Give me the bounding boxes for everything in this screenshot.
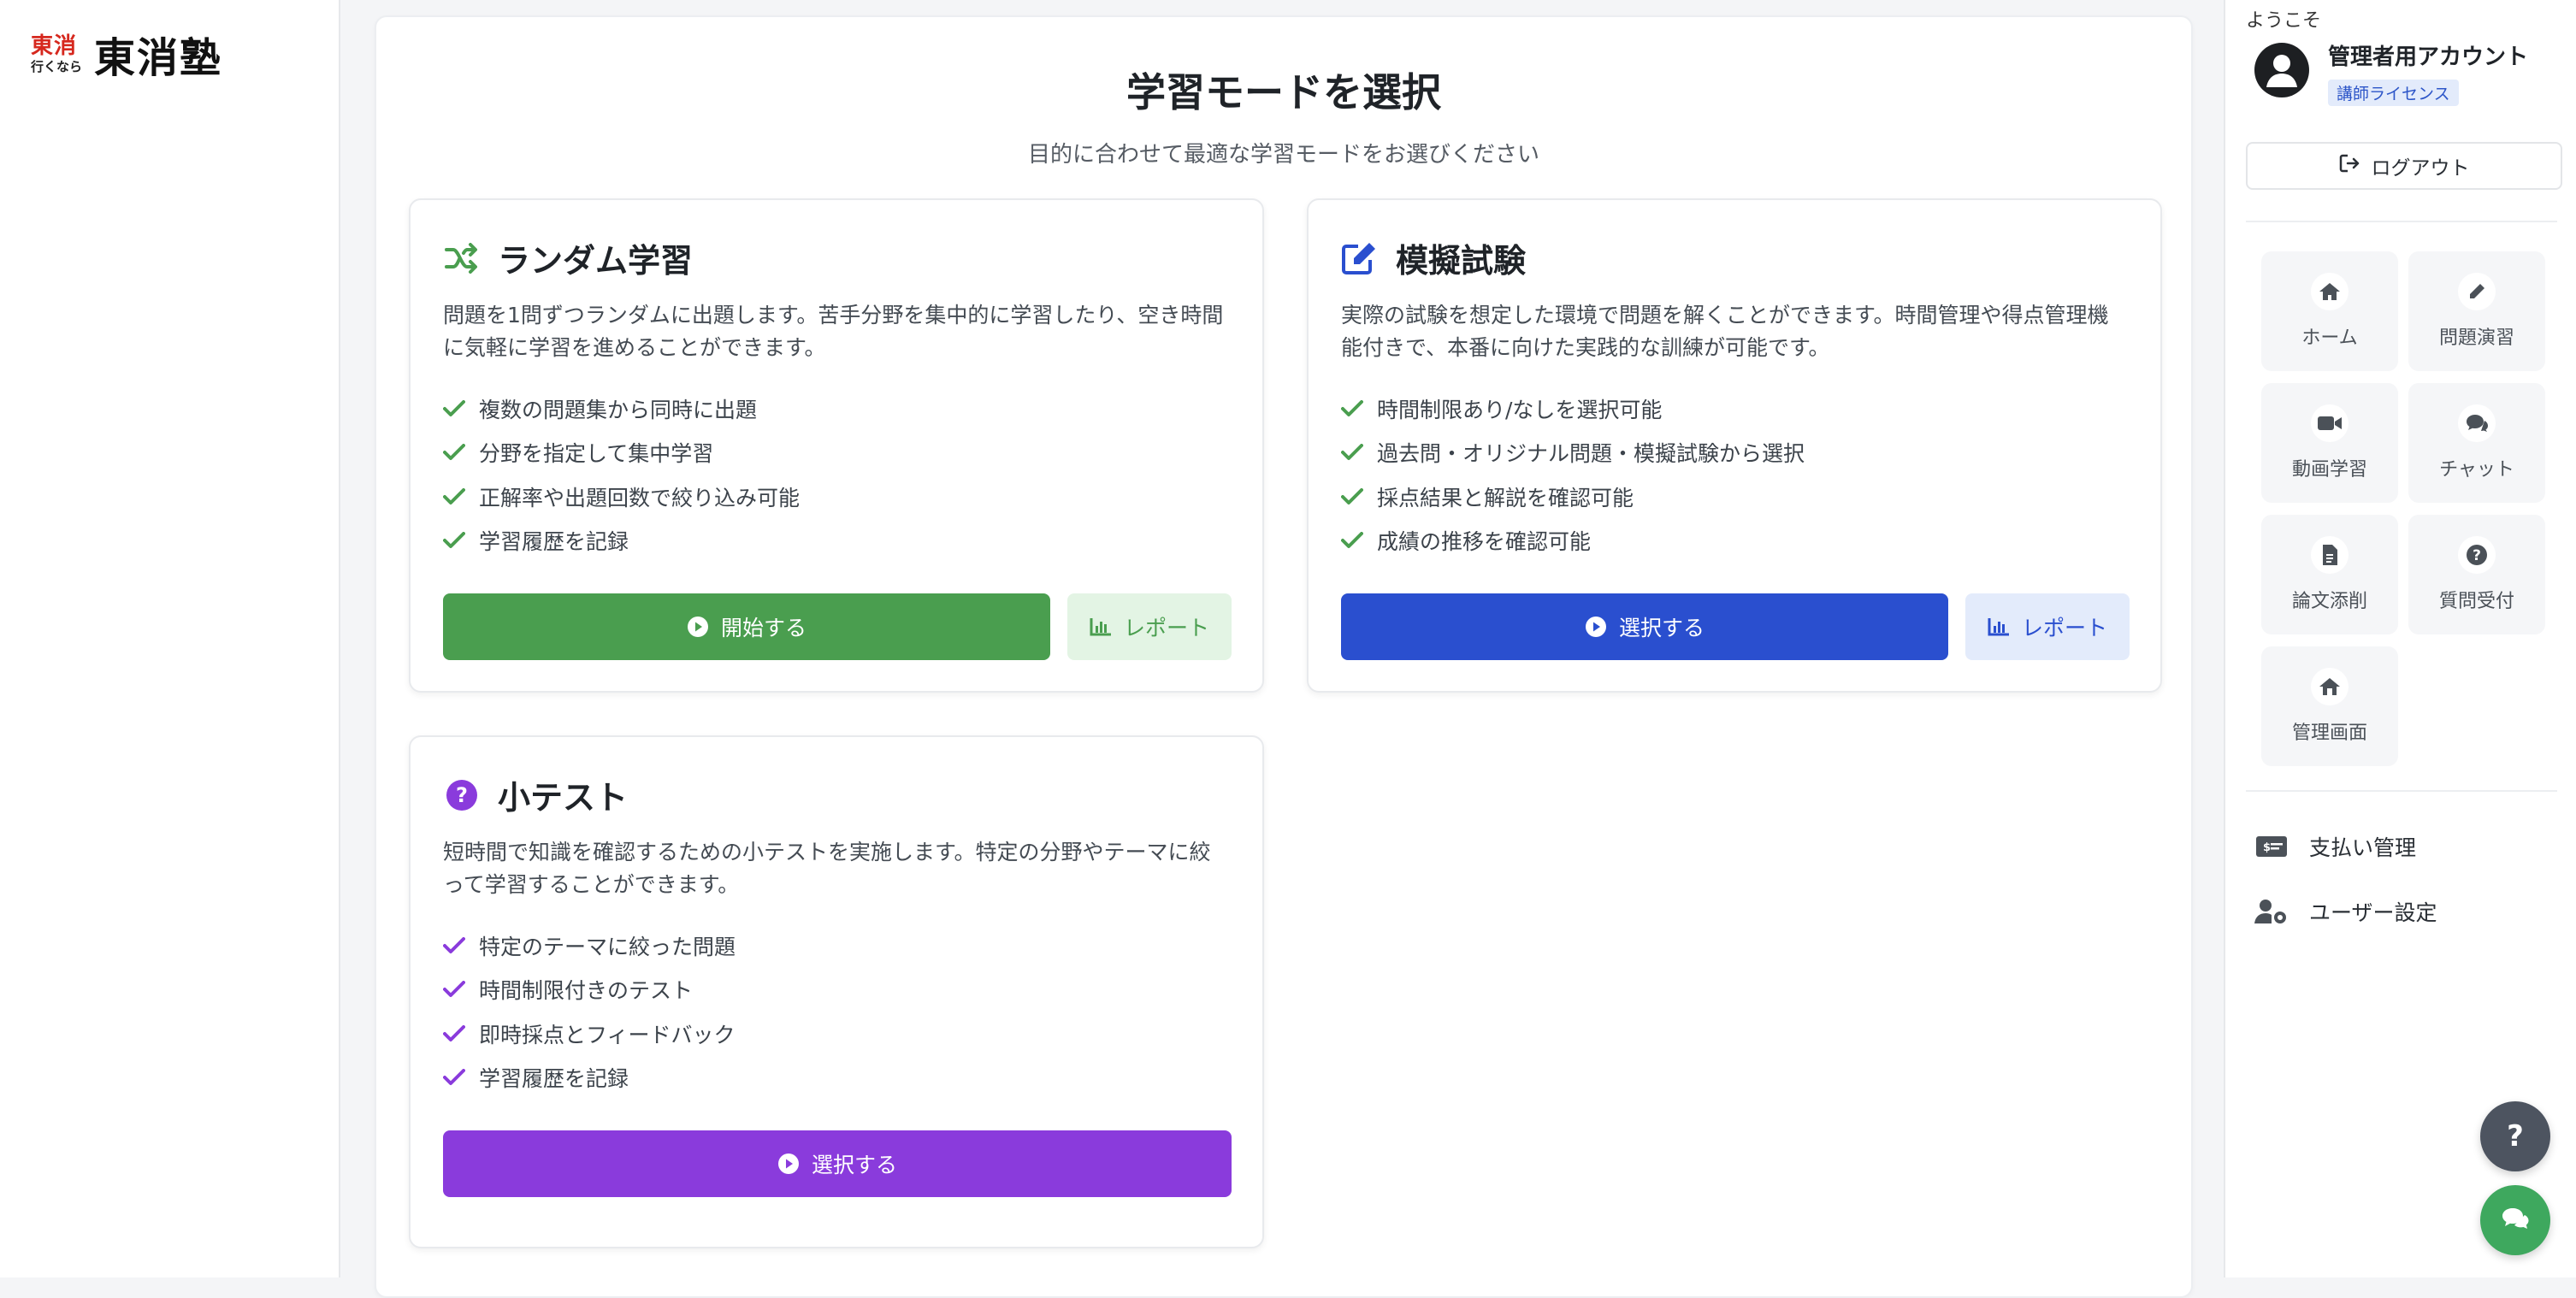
check-icon — [443, 934, 467, 958]
feature-item: 学習履歴を記録 — [443, 1056, 736, 1100]
nav-tile-home[interactable]: ホーム — [2261, 251, 2398, 371]
logo-sub-text: 行くなら — [31, 58, 83, 74]
bar-chart-icon — [1090, 616, 1112, 638]
left-sidebar: 東消 行くなら 東消塾 — [0, 0, 340, 1277]
random-feature-list: 複数の問題集から同時に出題 分野を指定して集中学習 正解率や出題回数で絞り込み可… — [443, 386, 800, 563]
feature-item: 正解率や出題回数で絞り込み可能 — [443, 475, 800, 519]
home-icon — [2311, 273, 2349, 310]
nav-tile-chat[interactable]: チャット — [2408, 383, 2545, 503]
mock-report-button[interactable]: レポート — [1965, 593, 2130, 660]
page-title: 学習モードを選択 — [1126, 69, 1441, 115]
svg-text:?: ? — [2473, 547, 2481, 564]
random-report-button[interactable]: レポート — [1067, 593, 1232, 660]
random-mode-card: ランダム学習 問題を1問ずつランダムに出題します。苦手分野を集中的に学習したり、… — [409, 198, 1264, 693]
check-icon — [1341, 528, 1365, 552]
payment-management-link[interactable]: $ 支払い管理 — [2254, 831, 2416, 862]
nav-tile-questions[interactable]: ? 質問受付 — [2408, 515, 2545, 634]
feature-item: 学習履歴を記録 — [443, 519, 800, 563]
quiz-feature-list: 特定のテーマに絞った問題 時間制限付きのテスト 即時採点とフィードバック 学習履… — [443, 923, 736, 1100]
user-name: 管理者用アカウント — [2328, 44, 2529, 70]
quiz-description: 短時間で知識を確認するための小テストを実施します。特定の分野やテーマに絞って学習… — [443, 840, 1211, 897]
nav-tile-practice[interactable]: 問題演習 — [2408, 251, 2545, 371]
help-fab-button[interactable]: ? — [2480, 1101, 2550, 1171]
divider — [2246, 221, 2557, 222]
mock-feature-list: 時間制限あり/なしを選択可能 過去問・オリジナル問題・模擬試験から選択 採点結果… — [1341, 386, 1805, 563]
document-icon — [2311, 536, 2349, 574]
feature-item: 複数の問題集から同時に出題 — [443, 386, 800, 431]
check-icon — [1341, 440, 1365, 464]
divider — [2246, 790, 2557, 792]
logout-button[interactable]: ログアウト — [2246, 142, 2562, 190]
chat-bubble-icon — [2501, 1207, 2530, 1234]
video-icon — [2311, 404, 2349, 442]
quiz-select-button[interactable]: 選択する — [443, 1130, 1232, 1197]
check-icon — [443, 485, 467, 509]
chat-icon — [2458, 404, 2496, 442]
question-circle-icon: ? — [443, 776, 481, 814]
shuffle-icon — [443, 239, 481, 277]
random-mode-title: ランダム学習 — [498, 242, 694, 280]
user-settings-icon — [2254, 898, 2289, 925]
page-subtitle: 目的に合わせて最適な学習モードをお選びください — [1027, 142, 1539, 168]
random-mode-description: 問題を1問ずつランダムに出題します。苦手分野を集中的に学習したり、空き時間に気軽… — [443, 303, 1224, 360]
feature-item: 採点結果と解説を確認可能 — [1341, 475, 1805, 519]
logo[interactable]: 東消 行くなら 東消塾 — [31, 24, 222, 84]
mock-exam-card: 模擬試験 実際の試験を想定した環境で問題を解くことができます。時間管理や得点管理… — [1307, 198, 2162, 693]
check-icon — [443, 528, 467, 552]
play-icon — [777, 1153, 800, 1175]
mock-exam-description: 実際の試験を想定した環境で問題を解くことができます。時間管理や得点管理機能付きで… — [1341, 303, 2109, 360]
question-icon: ? — [2458, 536, 2496, 574]
check-icon — [1341, 485, 1365, 509]
help-icon: ? — [2507, 1119, 2524, 1153]
feature-item: 分野を指定して集中学習 — [443, 431, 800, 475]
quiz-title: 小テスト — [498, 779, 629, 817]
user-settings-link[interactable]: ユーザー設定 — [2254, 896, 2437, 927]
logo-red-text: 東消 — [31, 32, 78, 59]
feature-item: 特定のテーマに絞った問題 — [443, 923, 736, 968]
feature-item: 過去問・オリジナル問題・模擬試験から選択 — [1341, 431, 1805, 475]
svg-text:$: $ — [2263, 841, 2271, 854]
right-sidebar: ようこそ 管理者用アカウント 講師ライセンス ログアウト ホーム 問題演習 動画… — [2224, 0, 2576, 1277]
check-icon — [443, 1022, 467, 1046]
license-badge: 講師ライセンス — [2328, 80, 2459, 106]
feature-item: 即時採点とフィードバック — [443, 1012, 736, 1056]
feature-item: 時間制限付きのテスト — [443, 968, 736, 1012]
edit-icon — [1341, 239, 1379, 277]
payment-card-icon: $ — [2254, 833, 2289, 860]
feature-item: 時間制限あり/なしを選択可能 — [1341, 386, 1805, 431]
nav-tile-essay[interactable]: 論文添削 — [2261, 515, 2398, 634]
nav-tile-video[interactable]: 動画学習 — [2261, 383, 2398, 503]
pencil-icon — [2458, 273, 2496, 310]
check-icon — [443, 977, 467, 1001]
quiz-card: ? 小テスト 短時間で知識を確認するための小テストを実施します。特定の分野やテー… — [409, 735, 1264, 1248]
check-icon — [1341, 397, 1365, 421]
logo-main-text: 東消塾 — [94, 34, 223, 82]
logout-icon — [2339, 154, 2360, 178]
random-start-button[interactable]: 開始する — [443, 593, 1050, 660]
mode-selection-panel: 学習モードを選択 目的に合わせて最適な学習モードをお選びください ランダム学習 … — [375, 15, 2193, 1298]
avatar — [2254, 43, 2309, 97]
feature-item: 成績の推移を確認可能 — [1341, 519, 1805, 563]
mock-select-button[interactable]: 選択する — [1341, 593, 1948, 660]
admin-home-icon — [2311, 668, 2349, 705]
play-icon — [687, 616, 709, 638]
user-profile: 管理者用アカウント 講師ライセンス — [2254, 38, 2528, 106]
mock-exam-title: 模擬試験 — [1396, 242, 1527, 280]
chat-fab-button[interactable] — [2480, 1185, 2550, 1255]
check-icon — [443, 1065, 467, 1089]
nav-tile-admin[interactable]: 管理画面 — [2261, 646, 2398, 766]
check-icon — [443, 440, 467, 464]
play-icon — [1585, 616, 1607, 638]
bar-chart-icon — [1988, 616, 2010, 638]
check-icon — [443, 397, 467, 421]
welcome-text: ようこそ — [2246, 10, 2322, 32]
svg-text:?: ? — [456, 783, 468, 807]
